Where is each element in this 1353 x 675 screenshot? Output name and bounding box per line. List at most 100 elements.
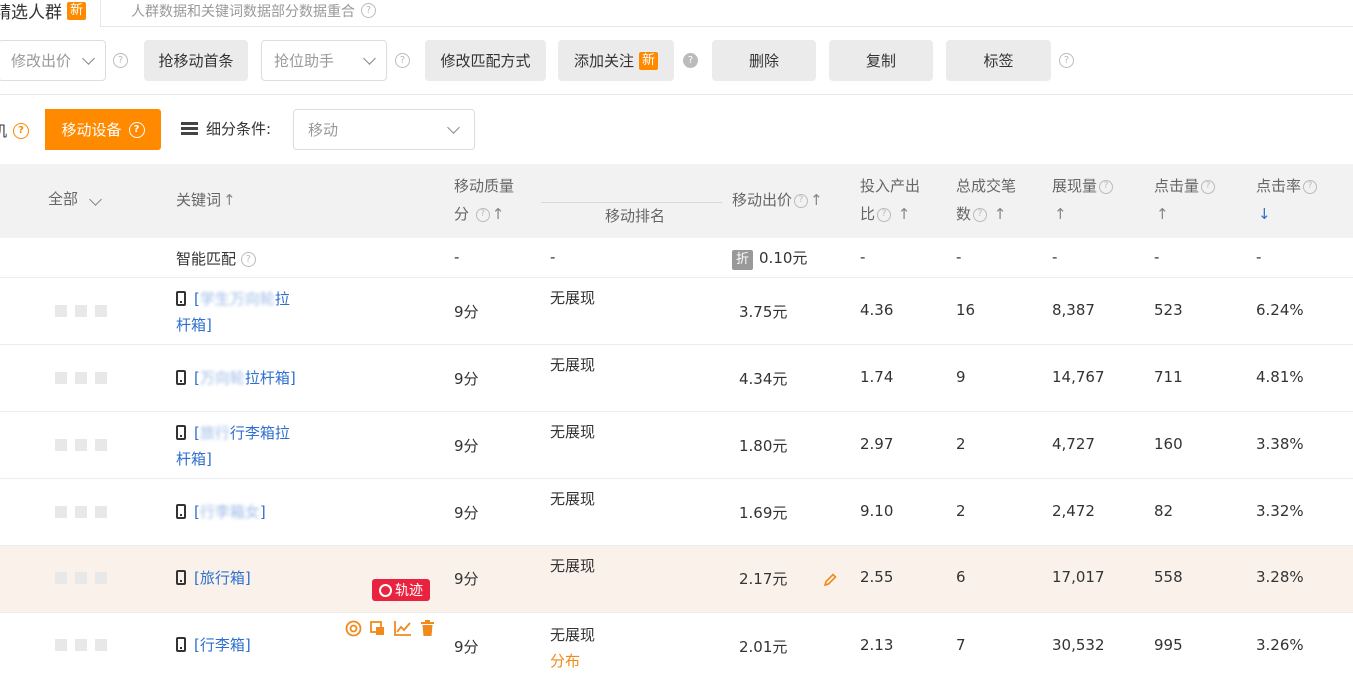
kw-blurred-text: 学生万向轮 [199, 290, 275, 308]
help-icon[interactable]: ? [973, 207, 988, 222]
kw-text: 拉杆箱] [244, 369, 296, 387]
grab-assist-dropdown[interactable]: 抢位助手 [261, 40, 387, 81]
cell-roi: - [860, 248, 866, 266]
delete-button[interactable]: 删除 [712, 40, 816, 81]
header-roi[interactable]: 投入产出 比? ↑ [860, 172, 920, 228]
cell-impressions: 4,727 [1052, 435, 1095, 453]
add-follow-button[interactable]: 添加关注 新 [558, 40, 674, 81]
header-rank-label: 移动排名 [605, 207, 666, 225]
table-row-smart-match: 智能匹配 ? - - 折 0.10元 - - - - - [0, 238, 1353, 278]
line-chart-icon[interactable] [394, 620, 412, 637]
header-roi-line1: 投入产出 [860, 177, 921, 195]
mobile-phone-icon [176, 291, 186, 306]
help-icon[interactable]: ? [1099, 179, 1114, 194]
kw-text: [ [194, 290, 200, 308]
table-row[interactable]: [行李箱女] 9分 无展现 1.69元 9.10 2 2,472 82 3.32… [0, 479, 1353, 546]
add-follow-label: 添加关注 [573, 52, 634, 70]
status-indicator [95, 572, 107, 584]
help-icon[interactable]: ? [361, 3, 376, 18]
help-icon[interactable]: ? [1303, 179, 1318, 194]
trash-icon[interactable] [420, 620, 435, 637]
cell-impressions: 8,387 [1052, 301, 1095, 319]
cell-rank: 无展现 分布 [550, 622, 595, 674]
header-trades[interactable]: 总成交笔 数? ↑ [956, 172, 1016, 228]
smart-match-label: 智能匹配 [176, 250, 237, 268]
pencil-icon[interactable] [822, 572, 838, 588]
cell-impressions: 14,767 [1052, 368, 1105, 386]
subdivide-dropdown[interactable]: 移动 [293, 109, 475, 150]
cell-ctr: 3.32% [1256, 502, 1304, 520]
keyword-link[interactable]: [万向轮拉杆箱] [176, 365, 336, 391]
tab-selected-crowd[interactable]: 精选人群 新 [0, 0, 102, 27]
subdivide-label-group: 细分条件: [181, 118, 271, 139]
table-row[interactable]: [万向轮拉杆箱] 9分 无展现 4.34元 1.74 9 14,767 711 … [0, 345, 1353, 412]
table-header: 全部 关键词 ↑ 移动质量 分 ? ↑ 移动排名 移动出价? ↑ 投入产出 比? ↑ … [0, 164, 1353, 238]
cell-ctr: - [1256, 248, 1262, 266]
cell-quality: - [454, 248, 460, 266]
cell-bid[interactable]: 折 0.10元 [732, 247, 807, 270]
rank-text: 无展现 [550, 626, 596, 644]
header-bid[interactable]: 移动出价? ↑ [732, 186, 823, 214]
tab-note-label: 人群数据和关键词数据部分数据重合 [131, 3, 355, 20]
help-icon[interactable]: ? [794, 193, 809, 208]
tag-button[interactable]: 标签 [946, 40, 1051, 81]
help-icon[interactable]: ? [683, 53, 698, 68]
sort-down-icon: ↓ [1258, 205, 1271, 223]
help-icon[interactable]: ? [1059, 53, 1074, 68]
filter-device-tab[interactable]: 机 ? [0, 120, 30, 141]
header-keyword[interactable]: 关键词 ↑ [176, 186, 236, 214]
filter-mobile-device-tab[interactable]: 移动设备 ? [45, 109, 161, 150]
keyword-link[interactable]: [行李箱] [176, 632, 316, 658]
mobile-phone-icon [176, 637, 186, 652]
help-icon[interactable]: ? [1201, 179, 1216, 194]
table-row-hovered[interactable]: [旅行箱] 轨迹 9分 无展现 2.17元 2.55 6 17,017 558 … [0, 546, 1353, 613]
status-indicator [55, 372, 67, 384]
modify-bid-dropdown[interactable]: 修改出价 [0, 40, 106, 81]
cell-trades: 16 [956, 301, 976, 319]
cell-roi: 2.97 [860, 435, 894, 453]
sort-up-icon: ↑ [223, 191, 236, 209]
subdivide-value: 移动 [308, 121, 339, 139]
header-all-dropdown[interactable]: 全部 [48, 185, 102, 213]
help-icon[interactable]: ? [128, 121, 145, 138]
keyword-link[interactable]: [旅行箱] [176, 565, 316, 591]
header-clicks[interactable]: 点击量? ↑ [1154, 172, 1216, 228]
keyword-link[interactable]: [旅行行李箱拉 杆箱] [176, 420, 316, 472]
list-icon [181, 122, 198, 135]
help-icon[interactable]: ? [13, 122, 30, 139]
grab-mobile-top-button[interactable]: 抢移动首条 [144, 40, 248, 81]
status-indicator [95, 639, 107, 651]
cell-quality: 9分 [454, 303, 479, 321]
header-impressions[interactable]: 展现量? ↑ [1052, 172, 1114, 228]
header-keyword-label: 关键词 [176, 191, 222, 209]
header-ctr[interactable]: 点击率? ↓ [1256, 172, 1318, 228]
table-row[interactable]: [行李箱] 9分 无展现 分布 2.01元 2.13 7 30,532 995 … [0, 613, 1353, 675]
kw-text: 拉 [274, 290, 290, 308]
table-row[interactable]: [学生万向轮拉 杆箱] 9分 无展现 3.75元 4.36 16 8,387 52… [0, 278, 1353, 345]
cell-bid: 3.75元 [739, 303, 788, 321]
help-icon[interactable]: ? [240, 252, 256, 267]
cell-bid: 2.01元 [739, 638, 788, 656]
help-icon[interactable]: ? [877, 207, 892, 222]
help-icon[interactable]: ? [475, 207, 490, 222]
track-button[interactable]: 轨迹 [372, 579, 430, 601]
keyword-link[interactable]: [行李箱女] [176, 499, 336, 525]
copy-icon[interactable] [369, 620, 386, 637]
sort-up-icon: ↑ [810, 191, 823, 209]
modify-match-button[interactable]: 修改匹配方式 [425, 40, 546, 81]
help-icon[interactable]: ? [395, 53, 410, 68]
tab-label: 精选人群 [0, 3, 62, 23]
cell-rank: 无展现 [550, 557, 596, 575]
new-badge: 新 [639, 51, 659, 70]
cell-bid: 1.80元 [739, 437, 788, 455]
target-icon[interactable] [345, 620, 362, 637]
keyword-link[interactable]: [学生万向轮拉 杆箱] [176, 286, 316, 338]
help-icon[interactable]: ? [113, 53, 128, 68]
table-row[interactable]: [旅行行李箱拉 杆箱] 9分 无展现 1.80元 2.97 2 4,727 160… [0, 412, 1353, 479]
rank-distribution-link[interactable]: 分布 [550, 648, 595, 674]
copy-button[interactable]: 复制 [829, 40, 933, 81]
mobile-phone-icon [176, 570, 186, 585]
header-bid-label: 移动出价 [732, 191, 793, 209]
cell-trades: 9 [956, 368, 966, 386]
header-quality[interactable]: 移动质量 分 ? ↑ [454, 172, 514, 228]
